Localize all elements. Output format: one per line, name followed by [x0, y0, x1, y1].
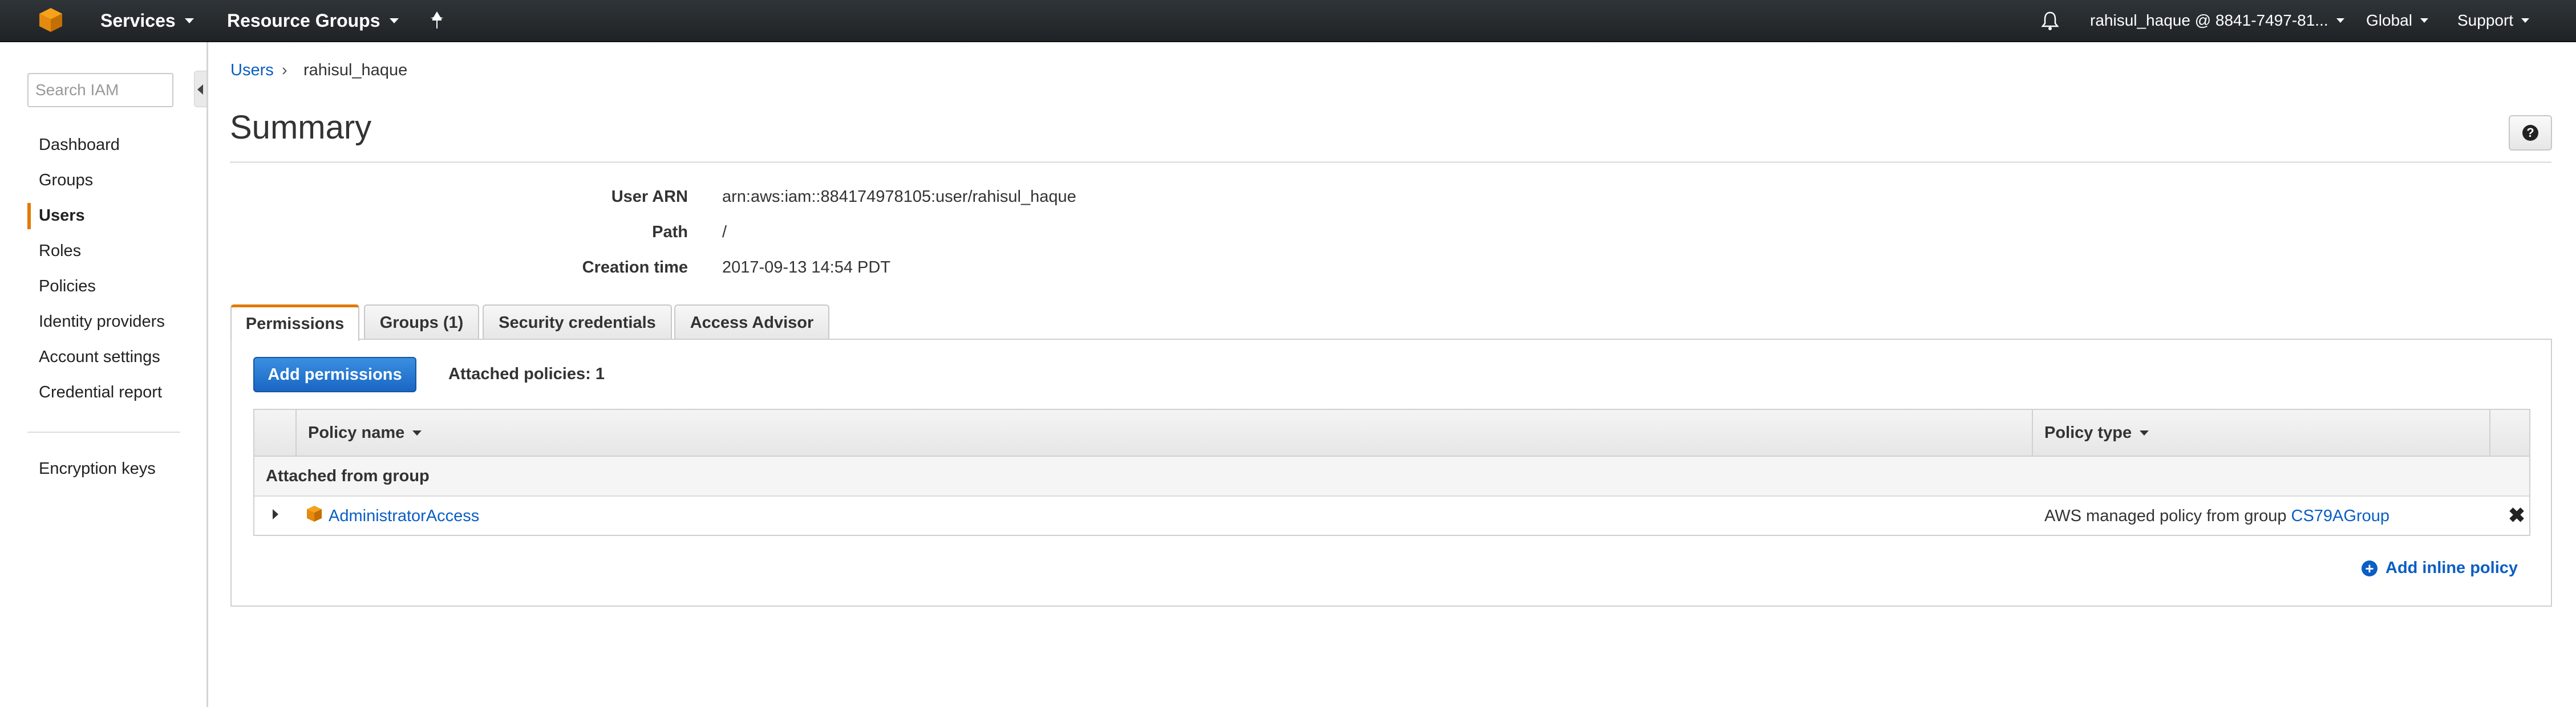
sidebar-collapse-icon[interactable] — [194, 71, 206, 107]
policy-name-link[interactable]: AdministratorAccess — [329, 507, 479, 526]
sidebar-item-groups[interactable]: Groups — [39, 171, 93, 190]
sidebar: Dashboard Groups Users Roles Policies Id… — [0, 42, 208, 707]
aws-logo-icon[interactable] — [38, 7, 64, 33]
sidebar-item-account-settings[interactable]: Account settings — [39, 348, 160, 367]
tab-security-credentials[interactable]: Security credentials — [483, 304, 672, 340]
pin-icon[interactable] — [428, 10, 446, 30]
region-menu[interactable]: Global — [2366, 0, 2428, 41]
sidebar-item-roles[interactable]: Roles — [39, 242, 81, 261]
chevron-down-icon — [2336, 18, 2344, 23]
tab-access-advisor[interactable]: Access Advisor — [674, 304, 829, 340]
policy-name-column-header[interactable]: Policy name — [308, 424, 422, 442]
user-arn-value: arn:aws:iam::884174978105:user/rahisul_h… — [722, 188, 1076, 206]
path-value: / — [722, 223, 727, 241]
policy-name-header-label: Policy name — [308, 424, 405, 442]
creation-time-value: 2017-09-13 14:54 PDT — [722, 258, 891, 277]
sort-caret-icon — [2140, 430, 2149, 436]
breadcrumb-users-link[interactable]: Users — [230, 61, 274, 80]
chevron-down-icon — [184, 18, 194, 23]
policy-type-column-header[interactable]: Policy type — [2044, 424, 2149, 442]
active-indicator — [27, 203, 31, 229]
expand-row-icon[interactable] — [273, 509, 278, 519]
policy-type-cell: AWS managed policy from group CS79AGroup — [2044, 507, 2389, 526]
chevron-down-icon — [2521, 18, 2530, 23]
group-section-label: Attached from group — [266, 467, 430, 485]
services-label: Services — [100, 10, 176, 31]
title-divider — [230, 161, 2551, 163]
policies-table: Policy name Policy type Attached from gr… — [253, 409, 2530, 536]
sidebar-item-users[interactable]: Users — [39, 206, 85, 225]
add-permissions-button[interactable]: Add permissions — [253, 357, 416, 392]
account-menu[interactable]: rahisul_haque @ 8841-7497-81... — [2090, 0, 2344, 41]
column-divider — [2489, 410, 2490, 457]
tab-groups[interactable]: Groups (1) — [364, 304, 479, 340]
support-menu[interactable]: Support — [2457, 0, 2530, 41]
path-label: Path — [652, 223, 688, 241]
search-iam-input[interactable] — [27, 73, 173, 107]
services-menu[interactable]: Services — [100, 0, 194, 41]
add-inline-policy-link[interactable]: + Add inline policy — [2362, 559, 2518, 578]
resource-groups-label: Resource Groups — [227, 10, 380, 31]
sidebar-item-policies[interactable]: Policies — [39, 277, 96, 296]
creation-time-label: Creation time — [582, 258, 688, 277]
policy-type-text: AWS managed policy from group — [2044, 507, 2287, 525]
resource-groups-menu[interactable]: Resource Groups — [227, 0, 399, 41]
plus-circle-icon: + — [2362, 560, 2377, 576]
table-row: AdministratorAccess AWS managed policy f… — [254, 497, 2529, 535]
group-section-row: Attached from group — [254, 457, 2529, 497]
tab-permissions[interactable]: Permissions — [230, 304, 359, 341]
support-label: Support — [2457, 11, 2514, 29]
sort-caret-icon — [412, 430, 422, 436]
bell-icon[interactable] — [2041, 10, 2059, 31]
column-divider — [2032, 410, 2033, 457]
attached-policies-count: Attached policies: 1 — [448, 365, 605, 383]
help-button[interactable]: ? — [2509, 115, 2552, 151]
remove-policy-icon[interactable]: ✖ — [2508, 503, 2525, 527]
sidebar-item-encryption-keys[interactable]: Encryption keys — [39, 460, 156, 478]
question-icon: ? — [2522, 125, 2538, 141]
chevron-down-icon — [2420, 18, 2428, 23]
user-arn-label: User ARN — [611, 188, 688, 206]
add-inline-policy-label: Add inline policy — [2385, 559, 2518, 577]
breadcrumb-separator-icon: › — [282, 61, 287, 79]
breadcrumb-current: rahisul_haque — [303, 61, 408, 79]
policy-cube-icon — [305, 505, 323, 523]
sidebar-item-identity-providers[interactable]: Identity providers — [39, 312, 165, 331]
region-label: Global — [2366, 11, 2412, 29]
top-navigation-bar: Services Resource Groups rahisul_haque @… — [0, 0, 2576, 42]
account-label: rahisul_haque @ 8841-7497-81... — [2090, 11, 2328, 29]
chevron-down-icon — [389, 18, 399, 23]
page-title: Summary — [230, 109, 372, 146]
table-header: Policy name Policy type — [254, 410, 2529, 457]
column-divider — [295, 410, 297, 457]
group-link[interactable]: CS79AGroup — [2291, 507, 2390, 525]
policy-type-header-label: Policy type — [2044, 424, 2132, 442]
sidebar-item-credential-report[interactable]: Credential report — [39, 383, 162, 402]
sidebar-divider — [27, 432, 180, 433]
sidebar-item-dashboard[interactable]: Dashboard — [39, 136, 120, 155]
